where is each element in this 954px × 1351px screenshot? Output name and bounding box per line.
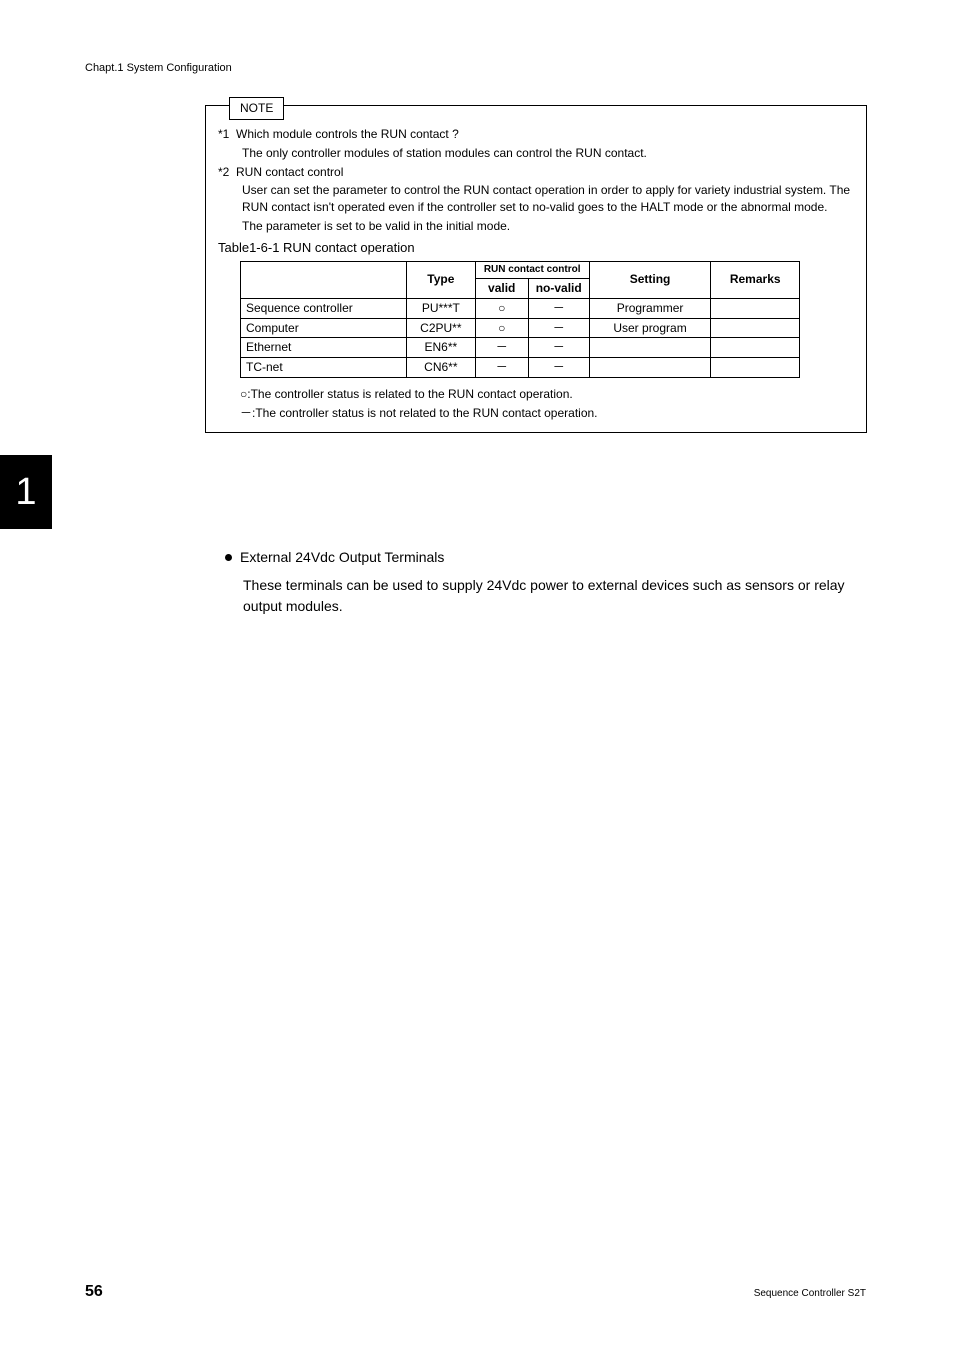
- cell-type: CN6**: [407, 358, 476, 378]
- table-header-row-1: Type RUN contact control Setting Remarks: [241, 261, 800, 278]
- cell-novalid: －: [528, 358, 589, 378]
- cell-setting: [589, 358, 711, 378]
- cell-type: EN6**: [407, 338, 476, 358]
- th-novalid: no-valid: [528, 278, 589, 298]
- bullet-icon: [225, 554, 232, 561]
- cell-novalid: －: [528, 338, 589, 358]
- cell-valid: ○: [475, 298, 528, 318]
- cell-valid: ○: [475, 318, 528, 338]
- cell-novalid: －: [528, 318, 589, 338]
- page-number: 56: [85, 1283, 103, 1301]
- chapter-header: Chapt.1 System Configuration: [85, 62, 232, 74]
- section-external-24vdc: External 24Vdc Output Terminals These te…: [225, 549, 865, 617]
- note-item-1-title: *1 Which module controls the RUN contact…: [242, 126, 854, 143]
- note-item-2-body2: The parameter is set to be valid in the …: [242, 218, 854, 235]
- note-item-1-text: Which module controls the RUN contact ?: [236, 127, 459, 141]
- cell-type: PU***T: [407, 298, 476, 318]
- cell-name: TC-net: [241, 358, 407, 378]
- note-item-1-prefix: *1: [218, 127, 229, 141]
- run-contact-table: Type RUN contact control Setting Remarks…: [240, 261, 800, 378]
- cell-valid: －: [475, 358, 528, 378]
- note-label: NOTE: [229, 97, 284, 120]
- chapter-tab: 1: [0, 455, 52, 529]
- cell-setting: Programmer: [589, 298, 711, 318]
- cell-remarks: [711, 298, 800, 318]
- section-title: External 24Vdc Output Terminals: [225, 549, 865, 565]
- th-remarks: Remarks: [711, 261, 800, 298]
- cell-setting: User program: [589, 318, 711, 338]
- cell-name: Sequence controller: [241, 298, 407, 318]
- table-row: Sequence controller PU***T ○ － Programme…: [241, 298, 800, 318]
- th-type: Type: [407, 261, 476, 298]
- th-valid: valid: [475, 278, 528, 298]
- legend-1: ○:The controller status is related to th…: [240, 386, 854, 403]
- cell-name: Computer: [241, 318, 407, 338]
- note-item-2-text: RUN contact control: [236, 165, 343, 179]
- note-item-2-body1: User can set the parameter to control th…: [242, 182, 854, 216]
- note-box: NOTE *1 Which module controls the RUN co…: [205, 105, 867, 433]
- note-item-2-title: *2 RUN contact control: [242, 164, 854, 181]
- th-runcc: RUN contact control: [475, 261, 589, 278]
- cell-remarks: [711, 318, 800, 338]
- note-item-1-body: The only controller modules of station m…: [242, 145, 854, 162]
- footer-right: Sequence Controller S2T: [754, 1288, 866, 1299]
- cell-type: C2PU**: [407, 318, 476, 338]
- note-item-2-prefix: *2: [218, 165, 229, 179]
- section-title-text: External 24Vdc Output Terminals: [240, 549, 444, 565]
- cell-remarks: [711, 358, 800, 378]
- cell-name: Ethernet: [241, 338, 407, 358]
- legend-2: －:The controller status is not related t…: [240, 405, 854, 422]
- section-body: These terminals can be used to supply 24…: [243, 575, 865, 617]
- cell-valid: －: [475, 338, 528, 358]
- cell-remarks: [711, 338, 800, 358]
- table-row: TC-net CN6** － －: [241, 358, 800, 378]
- table-caption: Table1-6-1 RUN contact operation: [218, 239, 854, 257]
- table-row: Computer C2PU** ○ － User program: [241, 318, 800, 338]
- th-blank: [241, 261, 407, 298]
- cell-setting: [589, 338, 711, 358]
- cell-novalid: －: [528, 298, 589, 318]
- th-setting: Setting: [589, 261, 711, 298]
- table-row: Ethernet EN6** － －: [241, 338, 800, 358]
